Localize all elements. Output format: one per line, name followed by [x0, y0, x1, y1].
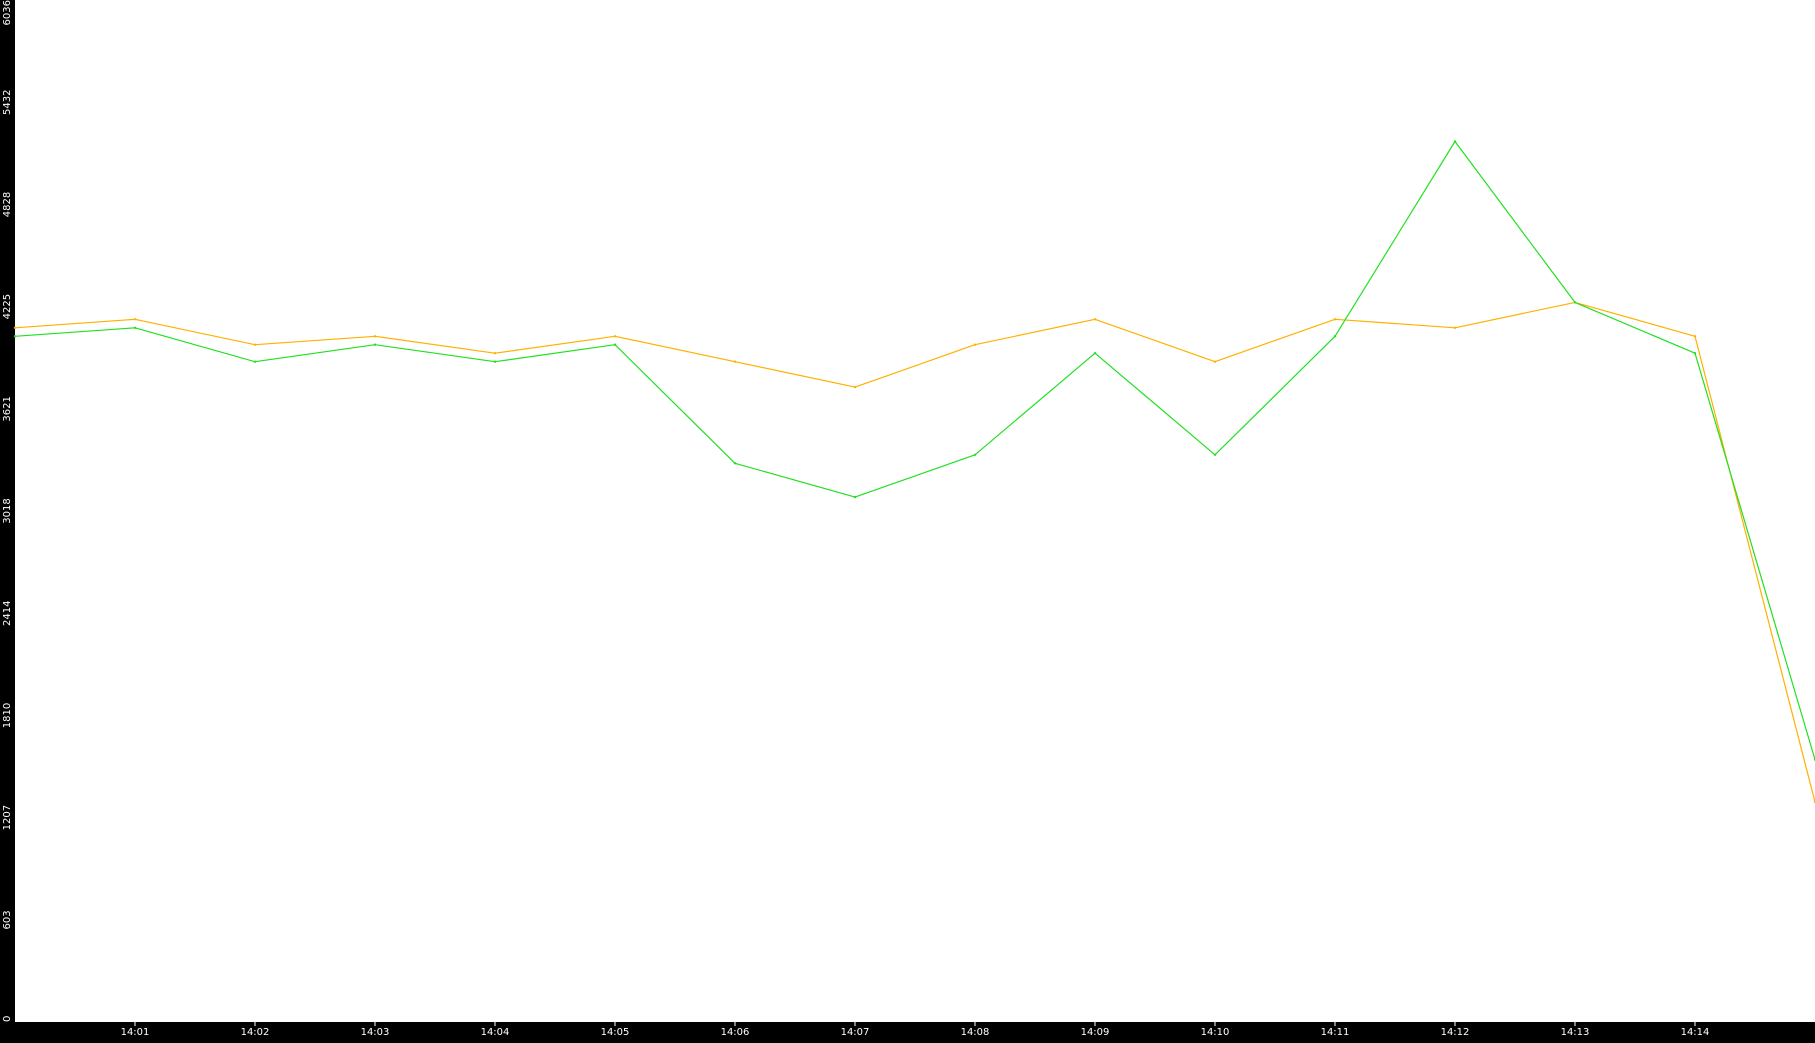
y-tick-label: 0 — [2, 1016, 13, 1022]
y-tick-label: 1207 — [2, 805, 13, 830]
series-0-point — [1333, 318, 1337, 321]
y-axis: 0 603 1207 1810 2414 3018 3621 4225 4828 5432 6036 — [2, 0, 13, 1022]
series-0-point — [733, 360, 737, 363]
y-tick-label: 3621 — [2, 396, 13, 421]
y-tick-label: 3018 — [2, 498, 13, 523]
series-1-point — [133, 326, 137, 329]
series-0-point — [1213, 360, 1217, 363]
series-1-point — [613, 343, 617, 346]
x-tick-label: 14:13 — [1561, 1027, 1590, 1038]
y-tick-label: 4225 — [2, 294, 13, 319]
series-1-point — [1093, 352, 1097, 355]
series-1-point — [1213, 453, 1217, 456]
x-tick-label: 14:08 — [961, 1027, 990, 1038]
series-0-point — [133, 318, 137, 321]
line-chart: 0 603 1207 1810 2414 3018 3621 4225 4828 5432 6036… — [2, 0, 1815, 1038]
plot-area — [15, 0, 1815, 1022]
series-1-point — [1573, 301, 1577, 304]
x-axis: 14:01 14:02 14:03 14:04 14:05 14:06 14:07 14:08… — [121, 1022, 1710, 1038]
series-1-point — [1333, 335, 1337, 338]
series-1-point — [373, 343, 377, 346]
series-1-point — [733, 462, 737, 465]
y-tick-label: 5432 — [2, 90, 13, 115]
series-1-point — [13, 335, 17, 338]
y-tick-label: 603 — [2, 910, 13, 929]
x-tick-label: 14:01 — [121, 1027, 150, 1038]
x-tick-label: 14:05 — [601, 1027, 630, 1038]
x-tick-label: 14:11 — [1321, 1027, 1350, 1038]
series-0-point — [13, 326, 17, 329]
x-tick-label: 14:09 — [1081, 1027, 1110, 1038]
series-1-point — [1453, 140, 1457, 143]
series-1-point — [253, 360, 257, 363]
series-0-point — [973, 343, 977, 346]
x-tick-label: 14:03 — [361, 1027, 390, 1038]
series-1-point — [973, 453, 977, 456]
series-0-point — [613, 335, 617, 338]
series-0-point — [493, 352, 497, 355]
y-tick-label: 2414 — [2, 601, 13, 626]
x-tick-label: 14:06 — [721, 1027, 750, 1038]
y-tick-label: 4828 — [2, 192, 13, 217]
y-tick-label: 6036 — [2, 0, 13, 25]
series-1-point — [493, 360, 497, 363]
series-1-point — [1693, 352, 1697, 355]
x-tick-label: 14:10 — [1201, 1027, 1230, 1038]
series-0-point — [1693, 335, 1697, 338]
series-0-point — [1093, 318, 1097, 321]
chart-root: 0 603 1207 1810 2414 3018 3621 4225 4828 5432 6036… — [0, 0, 1815, 1039]
x-tick-label: 14:04 — [481, 1027, 510, 1038]
series-0-point — [1453, 326, 1457, 329]
x-tick-label: 14:07 — [841, 1027, 870, 1038]
series-0-point — [853, 385, 857, 389]
x-tick-label: 14:14 — [1681, 1027, 1710, 1038]
series-0-point — [253, 343, 257, 346]
series-1-point — [853, 495, 857, 499]
y-tick-label: 1810 — [2, 703, 13, 728]
x-tick-label: 14:02 — [241, 1027, 270, 1038]
x-tick-label: 14:12 — [1441, 1027, 1470, 1038]
series-0-point — [373, 335, 377, 338]
